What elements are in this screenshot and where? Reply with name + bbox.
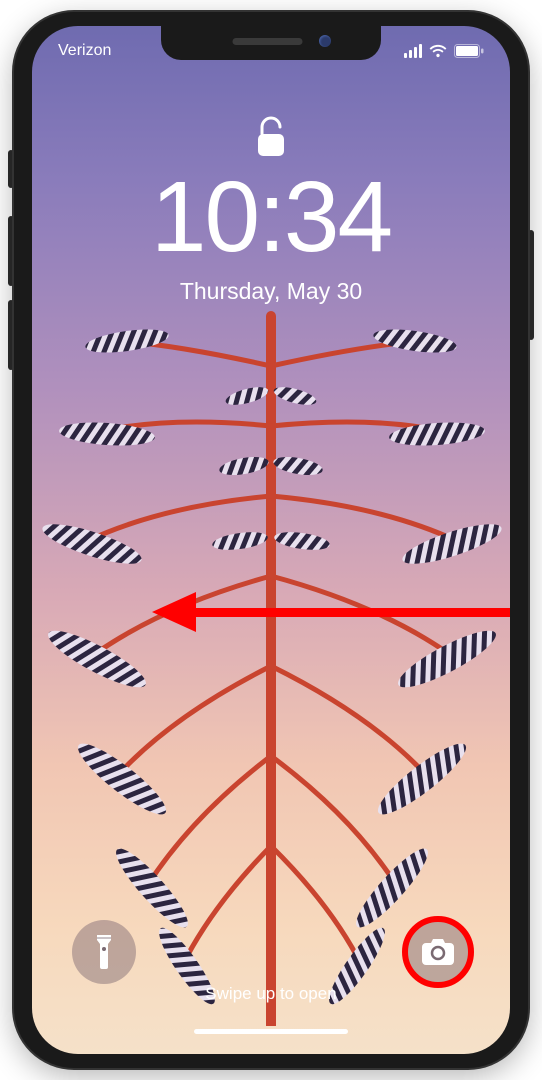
camera-button[interactable] bbox=[406, 920, 470, 984]
wallpaper-plant bbox=[32, 306, 510, 1026]
home-indicator[interactable] bbox=[194, 1029, 348, 1034]
wifi-icon bbox=[428, 44, 448, 58]
battery-icon bbox=[454, 44, 484, 58]
camera-icon bbox=[422, 939, 454, 965]
clock-date: Thursday, May 30 bbox=[32, 278, 510, 305]
carrier-label: Verizon bbox=[58, 42, 111, 60]
lock-screen[interactable]: Verizon bbox=[32, 26, 510, 1054]
status-icons bbox=[404, 44, 484, 58]
cellular-signal-icon bbox=[404, 44, 422, 58]
unlock-icon bbox=[256, 116, 286, 163]
annotation-arrow bbox=[152, 596, 510, 626]
phone-frame: Verizon bbox=[14, 12, 528, 1068]
flashlight-icon bbox=[91, 935, 117, 969]
notch bbox=[161, 26, 381, 60]
swipe-hint: Swipe up to open bbox=[32, 984, 510, 1004]
flashlight-button[interactable] bbox=[72, 920, 136, 984]
side-button[interactable] bbox=[528, 230, 534, 340]
clock-time: 10:34 bbox=[32, 160, 510, 275]
